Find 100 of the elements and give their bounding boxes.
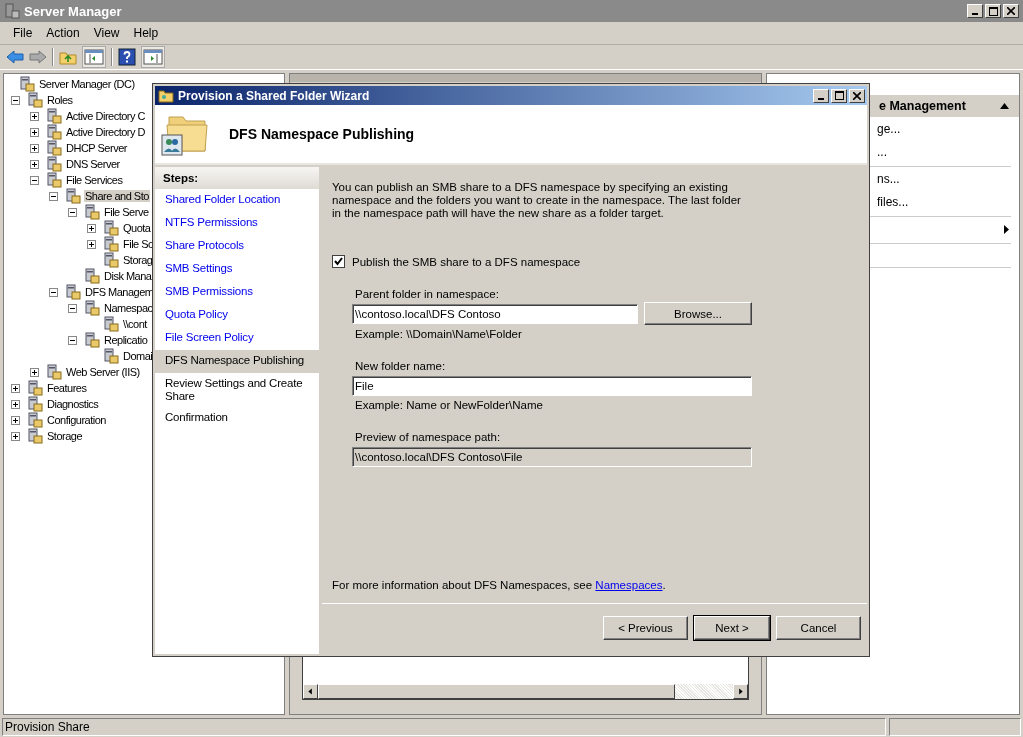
server-icon [103,252,119,268]
steps-header: Steps: [155,167,319,189]
wizard-button[interactable]: < Previous [603,616,688,640]
help-icon[interactable] [118,48,136,66]
info-text: For more information about DFS Namespaces, see Namespaces. [332,579,667,591]
wizard-step[interactable]: SMB Settings [155,258,319,281]
wizard-button[interactable]: Cancel [776,616,861,640]
collapse-toggle[interactable] [11,95,20,105]
expand-toggle[interactable] [30,111,39,121]
server-icon [46,108,62,124]
scroll-right-icon[interactable] [733,684,748,699]
tree-item[interactable]: Active Directory D [65,126,147,138]
scroll-thumb[interactable] [318,684,675,699]
collapse-toggle[interactable] [49,287,58,297]
close-button[interactable] [1003,4,1019,18]
tree-item[interactable]: DNS Server [65,158,121,170]
expand-toggle[interactable] [30,159,39,169]
tree-item[interactable]: Server Manager (DC) [38,78,136,90]
expand-toggle[interactable] [11,399,20,409]
tree-item[interactable]: DFS Managem [84,286,155,298]
tree-item[interactable]: Share and Sto [84,190,150,202]
tree-item[interactable]: Storag [122,254,154,266]
tree-item[interactable]: Roles [46,94,74,106]
menu-item[interactable]: File [6,26,40,40]
field-label: New folder name: [355,360,447,372]
menu-item[interactable]: Action [39,26,87,40]
expand-toggle[interactable] [30,127,39,137]
horizontal-scrollbar[interactable] [303,683,748,699]
wizard-step[interactable]: SMB Permissions [155,281,319,304]
scroll-left-icon[interactable] [303,684,318,699]
maximize-button[interactable] [831,88,847,103]
example-text: Example: Name or NewFolder\Name [355,399,544,411]
wizard-step[interactable]: File Screen Policy [155,327,319,350]
console-tree-icon[interactable] [82,46,106,68]
wizard-step[interactable]: Quota Policy [155,304,319,327]
expand-toggle[interactable] [11,383,20,393]
tree-item[interactable]: File Services [65,174,124,186]
expand-toggle[interactable] [11,415,20,425]
folder-up-icon[interactable] [59,49,77,65]
tree-item[interactable]: Disk Mana [103,270,153,282]
tree-item[interactable]: Quota [122,222,152,234]
minimize-button[interactable] [813,88,829,103]
server-icon [46,364,62,380]
expand-toggle[interactable] [87,223,96,233]
menu-item[interactable]: View [86,26,127,40]
tree-item[interactable]: Configuration [46,414,107,426]
server-icon [27,380,43,396]
expand-toggle[interactable] [30,367,39,377]
submenu-arrow-icon[interactable] [1004,225,1009,234]
expand-toggle[interactable] [30,143,39,153]
tree-item[interactable]: Web Server (IIS) [65,366,141,378]
tree-item[interactable]: Namespac [103,302,154,314]
collapse-arrow-icon[interactable] [1000,103,1009,109]
maximize-icon [988,6,998,16]
status-text: Provision Share [2,718,886,736]
wizard-step[interactable]: Review Settings and Create Share [155,373,319,407]
wizard-step[interactable]: Share Protocols [155,235,319,258]
dialog-title: Provision a Shared Folder Wizard [178,88,371,103]
tree-item[interactable]: Replicatio [103,334,149,346]
minimize-icon [818,97,824,100]
server-icon [27,92,43,108]
tree-item[interactable]: DHCP Server [65,142,128,154]
collapse-toggle[interactable] [68,303,77,313]
checkbox-label[interactable]: Publish the SMB share to a DFS namespace [352,255,581,268]
browse-button[interactable]: Browse... [644,302,752,325]
tree-item[interactable]: Active Directory C [65,110,147,122]
collapse-toggle[interactable] [68,335,77,345]
tree-item[interactable]: \\cont [122,318,148,330]
minimize-button[interactable] [967,4,983,18]
collapse-toggle[interactable] [49,191,58,201]
tree-item[interactable]: Domai [122,350,154,362]
tree-item[interactable]: Diagnostics [46,398,100,410]
collapse-toggle[interactable] [30,175,39,185]
wizard-step[interactable]: NTFS Permissions [155,212,319,235]
maximize-button[interactable] [985,4,1001,18]
wizard-step[interactable]: Confirmation [155,407,319,430]
server-icon [4,3,20,19]
expand-toggle[interactable] [87,239,96,249]
tree-item[interactable]: File Serve [103,206,150,218]
expand-toggle[interactable] [11,431,20,441]
tree-item[interactable]: Storage [46,430,84,442]
action-pane-icon[interactable] [141,46,165,68]
close-button[interactable] [849,88,865,103]
menu-item[interactable]: Help [126,26,166,40]
server-icon [84,204,100,220]
collapse-toggle[interactable] [68,207,77,217]
server-icon [65,188,81,204]
server-icon [46,156,62,172]
field-label: Parent folder in namespace: [355,288,500,300]
wizard-step[interactable]: Shared Folder Location [155,189,319,212]
close-icon [1007,7,1015,15]
parent-folder-field[interactable]: \\contoso.local\DFS Contoso [352,304,638,324]
back-arrow-icon[interactable] [6,49,24,65]
folder-name-field[interactable]: File [352,376,752,396]
wizard-step[interactable]: DFS Namespace Publishing [155,350,319,373]
server-icon [19,76,35,92]
wizard-button[interactable]: Next > [694,616,770,640]
tree-item[interactable]: Features [46,382,88,394]
checkbox[interactable] [332,255,345,268]
server-icon [103,348,119,364]
